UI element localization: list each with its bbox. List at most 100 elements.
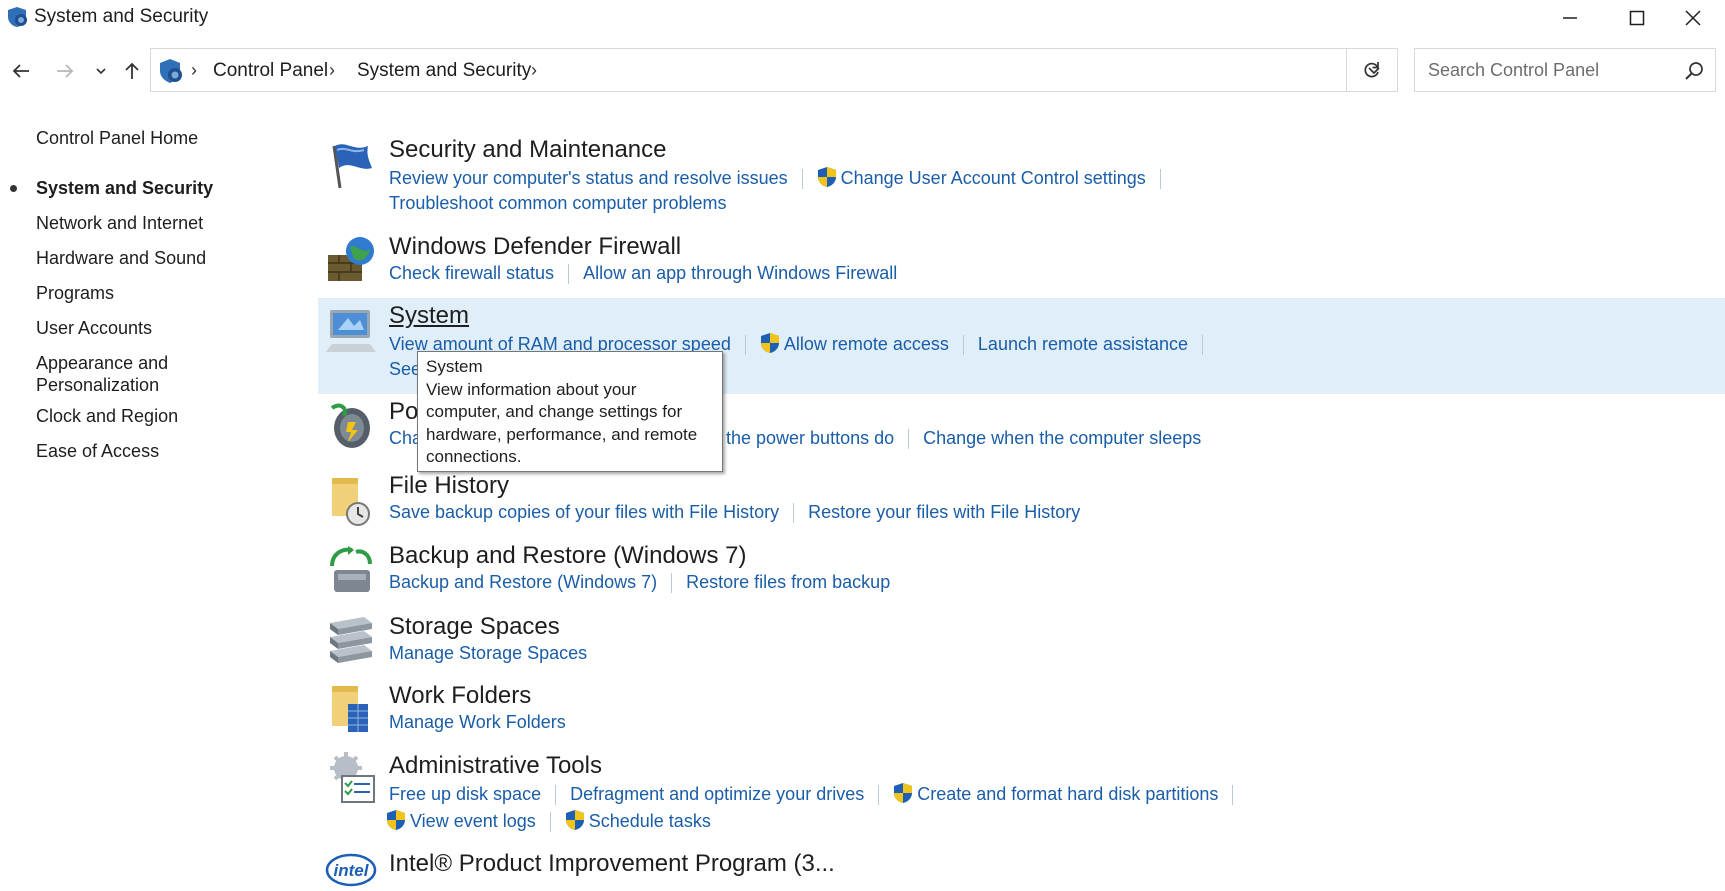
system-tooltip: System View information about your compu…: [417, 351, 723, 472]
link-separator: [549, 812, 551, 833]
link-row: Manage Work Folders: [389, 712, 566, 733]
sidebar-item-programs[interactable]: Programs: [36, 282, 256, 304]
category-title[interactable]: Intel® Product Improvement Program (3...: [389, 850, 835, 878]
close-button[interactable]: [1663, 0, 1723, 36]
link-separator: [962, 335, 964, 356]
link-separator: [908, 429, 910, 450]
admin-tools-icon: [330, 752, 375, 803]
search-placeholder: Search Control Panel: [1428, 60, 1600, 80]
link-format-partitions[interactable]: Create and format hard disk partitions: [893, 783, 1218, 804]
category-title[interactable]: Backup and Restore (Windows 7): [389, 542, 747, 570]
link-row: Manage Storage Spaces: [389, 643, 587, 664]
link-power-buttons[interactable]: the power buttons do: [726, 428, 894, 448]
link-manage-storage[interactable]: Manage Storage Spaces: [389, 643, 587, 663]
work-folders-icon: [332, 686, 368, 732]
link-separator: [1202, 335, 1204, 356]
link-label: Change User Account Control settings: [840, 168, 1146, 188]
category-title[interactable]: Storage Spaces: [389, 613, 560, 641]
link-schedule-tasks[interactable]: Schedule tasks: [565, 810, 711, 831]
power-options-icon: [330, 403, 370, 448]
category-title[interactable]: File History: [389, 472, 509, 500]
address-bar[interactable]: › Control Panel › System and Security ›: [150, 48, 1398, 92]
link-change-uac[interactable]: Change User Account Control settings: [817, 167, 1146, 188]
category-title[interactable]: Po: [389, 398, 418, 426]
category-title[interactable]: System: [389, 302, 469, 330]
category-title[interactable]: Administrative Tools: [389, 752, 602, 780]
tooltip-line: connections.: [426, 447, 522, 466]
category-title[interactable]: Security and Maintenance: [389, 136, 667, 164]
link-label: Allow remote access: [783, 334, 949, 354]
link-free-up-disk[interactable]: Free up disk space: [389, 784, 541, 804]
link-separator: [555, 785, 557, 806]
uac-shield-icon: [387, 810, 405, 830]
link-restore-files[interactable]: Restore files from backup: [686, 572, 890, 592]
flag-icon: [332, 144, 372, 189]
link-label: Schedule tasks: [588, 811, 711, 831]
link-row: Free up disk space Defragment and optimiz…: [389, 782, 1247, 806]
minimize-icon: [1563, 17, 1577, 19]
forward-arrow-icon: [57, 64, 74, 78]
sidebar-item-network-and-internet[interactable]: Network and Internet: [36, 212, 256, 234]
breadcrumb-control-panel[interactable]: Control Panel: [213, 60, 328, 82]
back-button[interactable]: [6, 56, 36, 86]
link-troubleshoot[interactable]: Troubleshoot common computer problems: [389, 193, 726, 213]
link-row: Check firewall status Allow an app throug…: [389, 263, 897, 285]
search-input[interactable]: Search Control Panel: [1414, 48, 1716, 92]
active-item-bullet: [10, 185, 17, 192]
link-manage-work-folders[interactable]: Manage Work Folders: [389, 712, 566, 732]
link-launch-remote-assistance[interactable]: Launch remote assistance: [978, 334, 1188, 354]
link-save-backup[interactable]: Save backup copies of your files with Fi…: [389, 502, 779, 522]
sidebar-item-system-and-security[interactable]: System and Security: [36, 177, 256, 199]
link-separator: [801, 169, 803, 190]
sidebar-item-control-panel-home[interactable]: Control Panel Home: [36, 127, 256, 149]
refresh-icon: [1364, 62, 1379, 78]
sidebar-item-appearance-and-personalization[interactable]: Appearance and Personalization: [36, 352, 256, 396]
computer-icon: [326, 310, 376, 352]
storage-spaces-icon: [330, 617, 372, 663]
uac-shield-icon: [817, 167, 836, 187]
sidebar-item-ease-of-access[interactable]: Ease of Access: [36, 440, 256, 462]
link-defragment[interactable]: Defragment and optimize your drives: [570, 784, 864, 804]
window-title: System and Security: [34, 6, 209, 27]
link-row: View event logs Schedule tasks: [386, 809, 711, 833]
tooltip-line: View information about your: [426, 379, 637, 399]
intel-icon: intel: [325, 853, 377, 887]
sidebar-item-user-accounts[interactable]: User Accounts: [36, 317, 256, 339]
breadcrumb-separator-icon: ›: [329, 60, 335, 80]
breadcrumb-separator-icon: ›: [191, 60, 197, 80]
tooltip-title: System: [426, 357, 483, 376]
recent-locations-button[interactable]: [88, 56, 114, 86]
link-allow-remote-access[interactable]: Allow remote access: [760, 333, 949, 354]
category-title[interactable]: Windows Defender Firewall: [389, 233, 681, 261]
maximize-button[interactable]: [1607, 0, 1667, 36]
link-review-status[interactable]: Review your computer's status and resolv…: [389, 168, 788, 188]
link-separator: [793, 503, 795, 524]
link-check-firewall[interactable]: Check firewall status: [389, 263, 554, 283]
uac-shield-icon: [760, 333, 779, 353]
link-view-event-logs[interactable]: View event logs: [386, 810, 536, 831]
link-separator: [1232, 785, 1234, 806]
search-icon: [1685, 62, 1703, 80]
category-title[interactable]: Work Folders: [389, 682, 531, 710]
tooltip-line: hardware, performance, and remote: [426, 424, 698, 444]
file-history-icon: [332, 478, 370, 526]
uac-shield-icon: [894, 783, 913, 803]
link-allow-app[interactable]: Allow an app through Windows Firewall: [583, 263, 897, 283]
link-restore-file-history[interactable]: Restore your files with File History: [808, 502, 1080, 522]
link-backup-restore[interactable]: Backup and Restore (Windows 7): [389, 572, 657, 592]
sidebar-item-hardware-and-sound[interactable]: Hardware and Sound: [36, 247, 256, 269]
tooltip-line: computer, and change settings for: [426, 402, 683, 421]
forward-button[interactable]: [50, 56, 80, 86]
minimize-button[interactable]: [1540, 0, 1600, 36]
link-row: Backup and Restore (Windows 7) Restore fi…: [389, 572, 890, 594]
sidebar-item-clock-and-region[interactable]: Clock and Region: [36, 405, 256, 427]
navigation-bar: › Control Panel › System and Security › …: [0, 46, 1725, 96]
uac-shield-icon: [565, 810, 584, 830]
breadcrumb-separator-icon: ›: [531, 60, 537, 80]
refresh-button[interactable]: [1346, 48, 1398, 92]
breadcrumb-system-and-security[interactable]: System and Security: [357, 60, 531, 82]
back-arrow-icon: [12, 64, 29, 78]
link-computer-sleeps[interactable]: Change when the computer sleeps: [923, 428, 1201, 448]
svg-text:intel: intel: [334, 861, 370, 880]
up-button[interactable]: [117, 56, 147, 86]
